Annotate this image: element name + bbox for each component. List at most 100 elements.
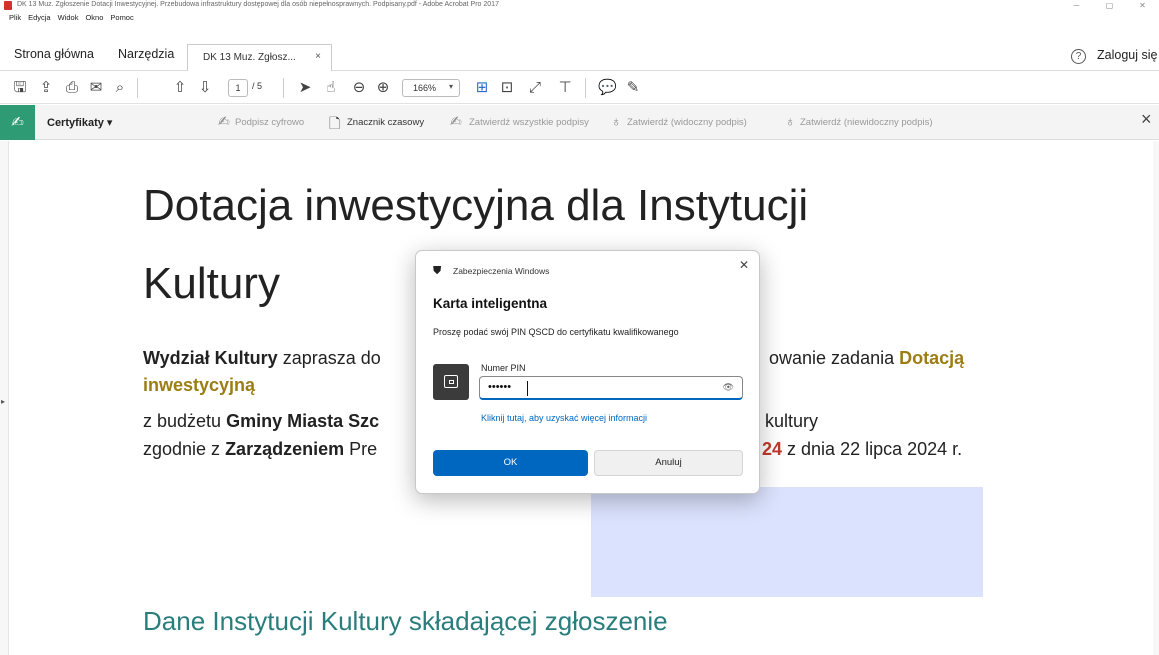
page-number-input[interactable]: 1 bbox=[228, 79, 248, 97]
dialog-title: Karta inteligentna bbox=[433, 296, 548, 311]
window-title: DK 13 Muz. Zgłoszenie Dotacji Inwestycyj… bbox=[17, 1, 499, 8]
windows-security-dialog: ⛊ Zabezpieczenia Windows ✕ Karta intelig… bbox=[415, 250, 760, 494]
menu-file[interactable]: Plik bbox=[9, 11, 21, 24]
menu-edit[interactable]: Edycja bbox=[28, 11, 51, 24]
search-icon[interactable]: ⌕ bbox=[111, 79, 129, 97]
comment-icon[interactable]: 💬 bbox=[598, 79, 617, 97]
next-page-icon[interactable]: ⇩ bbox=[196, 79, 214, 97]
tab-document[interactable]: DK 13 Muz. Zgłosz... × bbox=[187, 44, 332, 71]
more-info-link[interactable]: Kliknij tutaj, aby uzyskać więcej inform… bbox=[481, 413, 647, 423]
section-heading: Dane Instytucji Kultury składającej zgło… bbox=[143, 606, 668, 636]
dialog-header: Zabezpieczenia Windows bbox=[453, 266, 550, 276]
highlight-text: Dotacją bbox=[899, 348, 965, 368]
zoom-select[interactable]: 166% ▾ bbox=[402, 79, 460, 97]
page-total: / 5 bbox=[252, 81, 263, 91]
toolbar-divider bbox=[585, 78, 586, 98]
pin-input[interactable]: •••••• 👁 bbox=[479, 376, 743, 400]
chevron-down-icon: ▾ bbox=[106, 117, 113, 129]
ok-button[interactable]: OK bbox=[433, 450, 588, 476]
mail-icon[interactable]: ✉ bbox=[87, 79, 105, 97]
text-run: Gminy Miasta Szc bbox=[226, 411, 380, 431]
fit-page-icon[interactable]: ⊞ bbox=[473, 79, 491, 97]
text-run: Pre bbox=[344, 439, 378, 459]
right-panel-handle[interactable] bbox=[1153, 141, 1159, 655]
toolbar-divider bbox=[137, 78, 138, 98]
tab-home[interactable]: Strona główna bbox=[14, 47, 94, 61]
full-screen-icon[interactable]: ⤢ bbox=[526, 79, 544, 97]
text-run: owanie zadania bbox=[769, 348, 900, 368]
text-run: z budżetu bbox=[143, 411, 227, 431]
toolbar-divider bbox=[283, 78, 284, 98]
dialog-close-button[interactable]: ✕ bbox=[739, 258, 749, 272]
title-bar: DK 13 Muz. Zgłoszenie Dotacji Inwestycyj… bbox=[0, 0, 1159, 11]
zoom-in-icon[interactable]: ⊕ bbox=[374, 79, 392, 97]
login-link[interactable]: Zaloguj się bbox=[1097, 48, 1157, 62]
document-paragraph-line: inwestycyjną bbox=[143, 373, 255, 397]
zoom-out-icon[interactable]: ⊖ bbox=[350, 79, 368, 97]
menu-bar: Plik Edycja Widok Okno Pomoc bbox=[0, 11, 141, 24]
read-mode-icon[interactable]: ⊤ bbox=[556, 79, 574, 97]
select-arrow-icon[interactable]: ➤ bbox=[296, 79, 314, 97]
document-paragraph-line: owanie zadania Dotacją bbox=[769, 346, 964, 370]
cancel-button[interactable]: Anuluj bbox=[594, 450, 743, 476]
help-icon[interactable]: ? bbox=[1071, 49, 1086, 64]
close-icon[interactable]: × bbox=[1141, 109, 1152, 130]
tab-close-icon[interactable]: × bbox=[315, 51, 321, 62]
zoom-value: 166% bbox=[413, 83, 437, 93]
document-heading: Dotacja inwestycyjna dla Instytucji bbox=[143, 181, 809, 230]
timestamp-button[interactable]: Znacznik czasowy bbox=[347, 117, 424, 128]
dialog-description: Proszę podać swój PIN QSCD do certyfikat… bbox=[433, 327, 679, 337]
text-run: zgodnie z bbox=[143, 439, 226, 459]
department-name: Wydział Kultury bbox=[143, 348, 278, 368]
highlight-text: inwestycyjną bbox=[143, 375, 256, 395]
reveal-password-icon[interactable]: 👁 bbox=[723, 382, 734, 393]
acrobat-app-icon bbox=[4, 1, 12, 10]
tab-tools[interactable]: Narzędzia bbox=[118, 47, 174, 61]
cloud-upload-icon[interactable]: ⇪ bbox=[37, 79, 55, 97]
document-paragraph-line: zgodnie z Zarządzeniem Pre bbox=[143, 437, 377, 461]
maximize-button[interactable]: ▢ bbox=[1093, 0, 1126, 11]
certificates-label: Certyfikaty bbox=[47, 117, 104, 129]
document-paragraph-line: z budżetu Gminy Miasta Szc bbox=[143, 409, 379, 433]
sign-digitally-button[interactable]: Podpisz cyfrowo bbox=[235, 117, 304, 128]
pin-label: Numer PIN bbox=[481, 363, 526, 373]
window-controls: ─ ▢ ✕ bbox=[1060, 0, 1159, 11]
invisible-signature-icon: ♁ bbox=[785, 113, 796, 129]
minimize-button[interactable]: ─ bbox=[1060, 0, 1093, 11]
text-run: z dnia 22 lipca 2024 r. bbox=[782, 439, 963, 459]
certificates-menu[interactable]: Certyfikaty ▾ bbox=[47, 116, 112, 129]
document-paragraph-line: Wydział Kultury zaprasza do bbox=[143, 346, 381, 370]
save-icon[interactable]: 🖫 bbox=[11, 79, 29, 97]
expand-panel-icon[interactable]: ▸ bbox=[1, 397, 5, 406]
text-cursor bbox=[527, 381, 528, 396]
pen-sign-icon[interactable]: ✎ bbox=[624, 79, 642, 97]
form-field-highlight[interactable] bbox=[591, 487, 983, 597]
visible-signature-icon: ♁ bbox=[611, 113, 622, 129]
document-paragraph-line: kultury bbox=[765, 409, 818, 433]
pin-value: •••••• bbox=[488, 381, 512, 393]
chevron-down-icon: ▾ bbox=[448, 82, 453, 91]
menu-window[interactable]: Okno bbox=[85, 11, 103, 24]
highlight-number: 24 bbox=[762, 439, 783, 459]
hand-tool-icon[interactable]: ☝ bbox=[322, 79, 340, 97]
previous-page-icon[interactable]: ⇧ bbox=[171, 79, 189, 97]
menu-view[interactable]: Widok bbox=[58, 11, 79, 24]
validate-all-button[interactable]: Zatwierdź wszystkie podpisy bbox=[469, 117, 589, 128]
validate-invisible-button[interactable]: Zatwierdź (niewidoczny podpis) bbox=[800, 117, 933, 128]
tab-document-label: DK 13 Muz. Zgłosz... bbox=[203, 52, 296, 63]
text-run: Zarządzeniem bbox=[225, 439, 345, 459]
validate-visible-button[interactable]: Zatwierdź (widoczny podpis) bbox=[627, 117, 747, 128]
timestamp-icon: 🗋 bbox=[329, 115, 341, 131]
print-icon[interactable]: ⎙ bbox=[63, 79, 81, 97]
document-paragraph-line: 24 z dnia 22 lipca 2024 r. bbox=[762, 437, 962, 461]
certificate-tool-icon[interactable]: ✍ bbox=[0, 105, 35, 140]
card-chip bbox=[449, 380, 454, 384]
validate-all-icon: ✍ bbox=[450, 113, 462, 129]
shield-icon: ⛊ bbox=[433, 265, 442, 277]
smart-card-icon bbox=[433, 364, 469, 400]
window-close-button[interactable]: ✕ bbox=[1126, 0, 1159, 11]
text-run: kultury bbox=[765, 411, 819, 431]
document-heading-line2: Kultury bbox=[143, 259, 280, 308]
menu-help[interactable]: Pomoc bbox=[110, 11, 133, 24]
scrolling-mode-icon[interactable]: ⊡ bbox=[498, 79, 516, 97]
